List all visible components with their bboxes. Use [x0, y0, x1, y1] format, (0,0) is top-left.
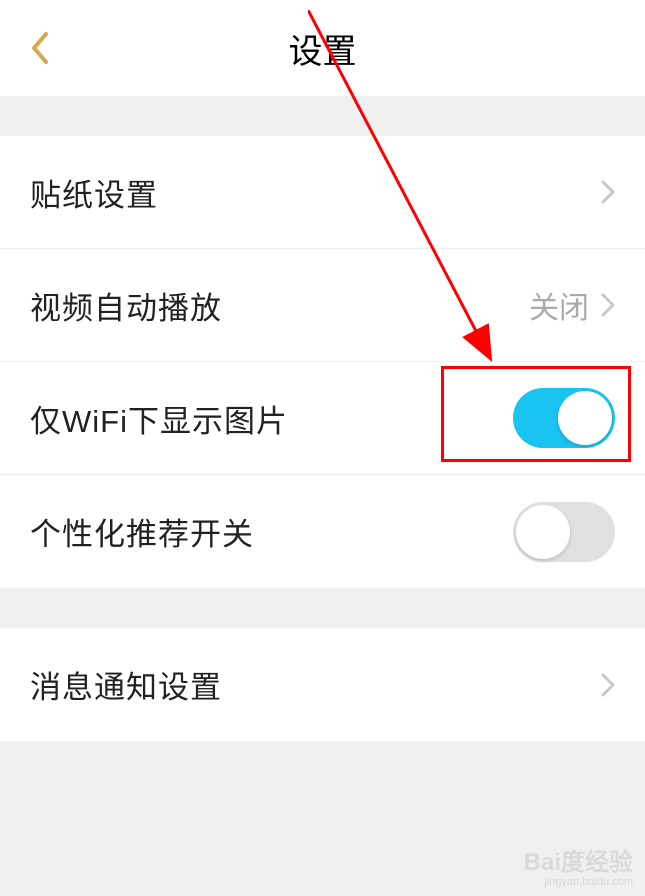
chevron-right-icon: [601, 180, 615, 204]
wifi-image-toggle[interactable]: [513, 388, 615, 448]
toggle-knob: [558, 391, 612, 445]
wifi-image-label: 仅WiFi下显示图片: [30, 396, 288, 441]
watermark: Bai度经验 jingyan.baidu.com: [524, 850, 633, 888]
settings-group-1: 贴纸设置 视频自动播放 关闭 仅WiFi下显示图片 个性化推荐开关: [0, 136, 645, 588]
personalized-label: 个性化推荐开关: [30, 509, 254, 554]
row-right: [513, 388, 615, 448]
chevron-right-icon: [601, 293, 615, 317]
autoplay-label: 视频自动播放: [30, 283, 222, 328]
watermark-main: Bai度经验: [524, 850, 633, 876]
watermark-sub: jingyan.baidu.com: [524, 876, 633, 888]
header: 设置: [0, 0, 645, 96]
personalized-row: 个性化推荐开关: [0, 475, 645, 588]
wifi-image-row: 仅WiFi下显示图片: [0, 362, 645, 475]
section-gap: [0, 96, 645, 136]
row-right: [601, 180, 615, 204]
row-right: 关闭: [529, 283, 615, 327]
autoplay-row[interactable]: 视频自动播放 关闭: [0, 249, 645, 362]
autoplay-value: 关闭: [529, 283, 589, 327]
sticker-settings-label: 贴纸设置: [30, 170, 158, 215]
row-right: [601, 673, 615, 697]
page-title: 设置: [289, 24, 357, 73]
personalized-toggle[interactable]: [513, 502, 615, 562]
toggle-knob: [516, 505, 570, 559]
sticker-settings-row[interactable]: 贴纸设置: [0, 136, 645, 249]
notification-row[interactable]: 消息通知设置: [0, 628, 645, 741]
settings-group-2: 消息通知设置: [0, 628, 645, 741]
row-right: [513, 502, 615, 562]
section-gap: [0, 588, 645, 628]
chevron-right-icon: [601, 673, 615, 697]
back-button[interactable]: [24, 28, 54, 68]
chevron-left-icon: [30, 32, 48, 64]
notification-label: 消息通知设置: [30, 662, 222, 707]
